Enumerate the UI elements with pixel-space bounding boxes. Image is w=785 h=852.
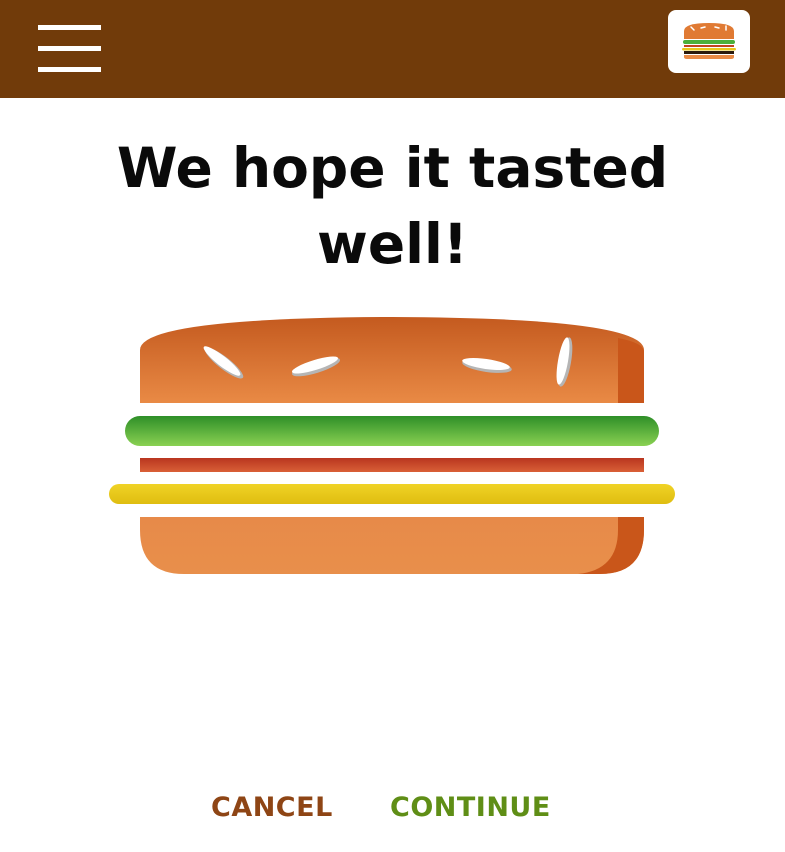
lettuce-layer bbox=[125, 416, 659, 446]
continue-button[interactable]: CONTINUE bbox=[390, 790, 551, 826]
burger-illustration bbox=[109, 317, 675, 574]
page-title: We hope it tasted well! bbox=[0, 130, 785, 282]
page-title-line-2: well! bbox=[317, 212, 468, 276]
page: We hope it tasted well! CANCEL CONTINUE bbox=[0, 0, 785, 852]
page-title-line-1: We hope it tasted bbox=[116, 136, 669, 200]
cancel-button[interactable]: CANCEL bbox=[211, 790, 333, 826]
dialog-actions: CANCEL CONTINUE bbox=[0, 790, 785, 830]
bottom-bun bbox=[140, 517, 644, 574]
menu-bar-middle bbox=[38, 46, 101, 51]
top-app-bar bbox=[0, 0, 785, 98]
burger-logo-graphic bbox=[682, 23, 736, 59]
hamburger-menu-icon[interactable] bbox=[38, 25, 101, 73]
tomato-layer bbox=[140, 458, 644, 472]
menu-bar-bottom bbox=[38, 67, 101, 72]
cheese-layer bbox=[109, 484, 675, 504]
menu-bar-top bbox=[38, 25, 101, 30]
burger-logo-icon[interactable] bbox=[668, 10, 750, 73]
